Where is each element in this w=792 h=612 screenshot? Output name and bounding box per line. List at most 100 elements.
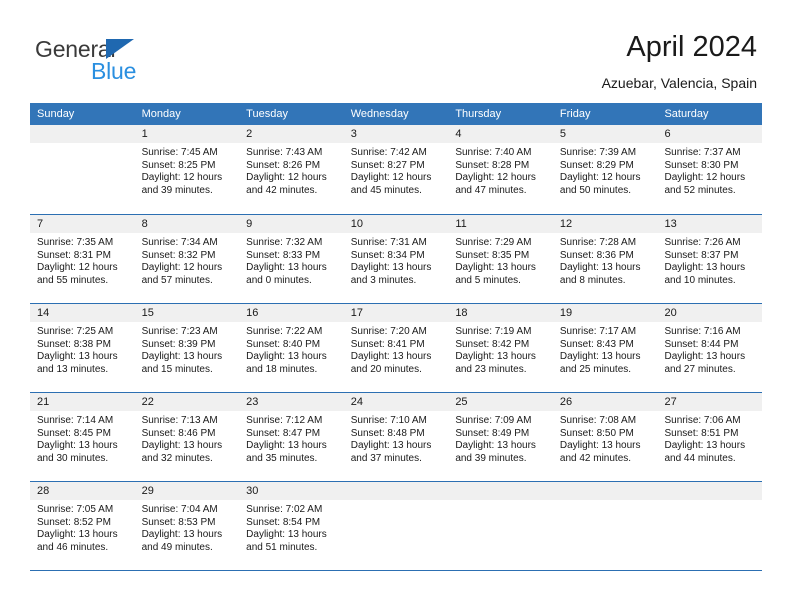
- sunrise-text: Sunrise: 7:32 AM: [246, 237, 323, 248]
- day-number: 24: [343, 393, 449, 411]
- calendar-week-row: 21 Sunrise: 7:14 AM Sunset: 8:45 PM Dayligh…: [30, 392, 763, 481]
- calendar-day-cell[interactable]: 29 Sunrise: 7:04 AM Sunset: 8:53 PM Dayligh…: [134, 482, 240, 570]
- daylight-text-line2: and 15 minutes.: [141, 363, 213, 375]
- calendar-day-cell[interactable]: 24 Sunrise: 7:10 AM Sunset: 8:48 PM Dayligh…: [343, 393, 449, 481]
- calendar-week-row: 28 Sunrise: 7:05 AM Sunset: 8:52 PM Dayligh…: [30, 481, 763, 570]
- day-number: 3: [343, 125, 449, 143]
- day-sun-info: Sunrise: 7:39 AM Sunset: 8:29 PM Daylight:…: [553, 143, 658, 197]
- day-number: [30, 125, 135, 143]
- daylight-text-line1: Daylight: 13 hours: [141, 351, 223, 363]
- calendar-day-cell[interactable]: 10 Sunrise: 7:31 AM Sunset: 8:34 PM Dayligh…: [343, 215, 449, 303]
- day-number: 10: [343, 215, 449, 233]
- calendar-day-cell[interactable]: 30 Sunrise: 7:02 AM Sunset: 8:54 PM Dayligh…: [239, 482, 344, 570]
- day-sun-info: Sunrise: 7:31 AM Sunset: 8:34 PM Daylight:…: [344, 233, 449, 287]
- sunrise-text: Sunrise: 7:31 AM: [350, 237, 427, 248]
- calendar-day-cell[interactable]: 4 Sunrise: 7:40 AM Sunset: 8:28 PM Daylight…: [448, 125, 553, 214]
- calendar-day-cell[interactable]: 14 Sunrise: 7:25 AM Sunset: 8:38 PM Dayligh…: [30, 304, 135, 392]
- daylight-text-line2: and 50 minutes.: [559, 184, 632, 196]
- day-number: 9: [239, 215, 344, 233]
- calendar-day-cell[interactable]: 27 Sunrise: 7:06 AM Sunset: 8:51 PM Dayligh…: [657, 393, 763, 481]
- day-number: 1: [134, 125, 240, 143]
- daylight-text-line1: Daylight: 12 hours: [37, 262, 118, 274]
- calendar-day-cell[interactable]: 1 Sunrise: 7:45 AM Sunset: 8:25 PM Daylight…: [134, 125, 240, 214]
- sunrise-text: Sunrise: 7:37 AM: [664, 147, 741, 158]
- calendar-day-cell[interactable]: 2 Sunrise: 7:43 AM Sunset: 8:26 PM Daylight…: [239, 125, 344, 214]
- calendar-day-cell[interactable]: 22 Sunrise: 7:13 AM Sunset: 8:46 PM Dayligh…: [134, 393, 240, 481]
- sunrise-text: Sunrise: 7:09 AM: [455, 415, 532, 426]
- daylight-text-line1: Daylight: 12 hours: [664, 172, 746, 184]
- calendar-day-cell[interactable]: 12 Sunrise: 7:28 AM Sunset: 8:36 PM Dayligh…: [552, 215, 658, 303]
- daylight-text-line2: and 37 minutes.: [350, 452, 422, 464]
- calendar-weeks: 1 Sunrise: 7:45 AM Sunset: 8:25 PM Daylight…: [30, 125, 763, 570]
- daylight-text-line1: Daylight: 13 hours: [664, 440, 746, 452]
- day-sun-info: Sunrise: 7:28 AM Sunset: 8:36 PM Daylight:…: [553, 233, 658, 287]
- calendar-day-cell[interactable]: 8 Sunrise: 7:34 AM Sunset: 8:32 PM Daylight…: [134, 215, 240, 303]
- daylight-text-line1: Daylight: 13 hours: [559, 440, 641, 452]
- calendar-day-cell[interactable]: 28 Sunrise: 7:05 AM Sunset: 8:52 PM Dayligh…: [30, 482, 135, 570]
- calendar-day-cell[interactable]: 16 Sunrise: 7:22 AM Sunset: 8:40 PM Dayligh…: [239, 304, 344, 392]
- day-number: 2: [239, 125, 344, 143]
- daylight-text-line1: Daylight: 13 hours: [455, 351, 536, 363]
- weekday-monday: Monday: [141, 108, 181, 120]
- daylight-text-line1: Daylight: 13 hours: [246, 440, 327, 452]
- day-number: 20: [657, 304, 763, 322]
- sunrise-text: Sunrise: 7:26 AM: [664, 237, 741, 248]
- daylight-text-line2: and 10 minutes.: [664, 274, 736, 286]
- calendar-day-cell[interactable]: 3 Sunrise: 7:42 AM Sunset: 8:27 PM Daylight…: [343, 125, 449, 214]
- day-sun-info: Sunrise: 7:34 AM Sunset: 8:32 PM Daylight:…: [135, 233, 240, 287]
- calendar-day-cell[interactable]: 20 Sunrise: 7:16 AM Sunset: 8:44 PM Dayligh…: [657, 304, 763, 392]
- sunrise-text: Sunrise: 7:29 AM: [455, 237, 532, 248]
- daylight-text-line1: Daylight: 13 hours: [37, 440, 118, 452]
- calendar-day-cell[interactable]: 7 Sunrise: 7:35 AM Sunset: 8:31 PM Daylight…: [30, 215, 135, 303]
- sunset-text: Sunset: 8:48 PM: [350, 427, 425, 439]
- sunset-text: Sunset: 8:29 PM: [559, 159, 634, 171]
- day-number: 15: [134, 304, 240, 322]
- sunset-text: Sunset: 8:33 PM: [246, 249, 321, 261]
- day-number: [448, 482, 553, 500]
- weekday-sunday: Sunday: [37, 108, 75, 120]
- sunrise-text: Sunrise: 7:43 AM: [246, 147, 323, 158]
- calendar-day-cell[interactable]: 21 Sunrise: 7:14 AM Sunset: 8:45 PM Dayligh…: [30, 393, 135, 481]
- sunset-text: Sunset: 8:53 PM: [141, 516, 216, 528]
- sunrise-text: Sunrise: 7:25 AM: [37, 326, 114, 337]
- calendar-day-cell[interactable]: 6 Sunrise: 7:37 AM Sunset: 8:30 PM Daylight…: [657, 125, 763, 214]
- daylight-text-line2: and 5 minutes.: [455, 274, 521, 286]
- calendar-day-cell[interactable]: 15 Sunrise: 7:23 AM Sunset: 8:39 PM Dayligh…: [134, 304, 240, 392]
- calendar-day-cell[interactable]: 13 Sunrise: 7:26 AM Sunset: 8:37 PM Dayligh…: [657, 215, 763, 303]
- sunrise-text: Sunrise: 7:35 AM: [37, 237, 114, 248]
- daylight-text-line2: and 0 minutes.: [246, 274, 312, 286]
- calendar-day-cell[interactable]: 11 Sunrise: 7:29 AM Sunset: 8:35 PM Dayligh…: [448, 215, 553, 303]
- calendar-day-cell[interactable]: 5 Sunrise: 7:39 AM Sunset: 8:29 PM Daylight…: [552, 125, 658, 214]
- sunset-text: Sunset: 8:26 PM: [246, 159, 321, 171]
- daylight-text-line1: Daylight: 12 hours: [246, 172, 327, 184]
- daylight-text-line1: Daylight: 13 hours: [559, 262, 641, 274]
- day-number: 5: [552, 125, 658, 143]
- calendar-week-row: 1 Sunrise: 7:45 AM Sunset: 8:25 PM Daylight…: [30, 125, 763, 214]
- calendar-day-cell[interactable]: 26 Sunrise: 7:08 AM Sunset: 8:50 PM Dayligh…: [552, 393, 658, 481]
- calendar-day-cell[interactable]: 18 Sunrise: 7:19 AM Sunset: 8:42 PM Dayligh…: [448, 304, 553, 392]
- sunrise-text: Sunrise: 7:45 AM: [141, 147, 218, 158]
- calendar-day-cell[interactable]: 19 Sunrise: 7:17 AM Sunset: 8:43 PM Dayligh…: [552, 304, 658, 392]
- daylight-text-line2: and 13 minutes.: [37, 363, 109, 375]
- calendar-day-cell[interactable]: 9 Sunrise: 7:32 AM Sunset: 8:33 PM Daylight…: [239, 215, 344, 303]
- day-sun-info: Sunrise: 7:26 AM Sunset: 8:37 PM Daylight:…: [657, 233, 762, 287]
- sunrise-text: Sunrise: 7:28 AM: [559, 237, 637, 248]
- calendar-day-cell[interactable]: 23 Sunrise: 7:12 AM Sunset: 8:47 PM Dayligh…: [239, 393, 344, 481]
- daylight-text-line2: and 51 minutes.: [246, 541, 318, 553]
- day-sun-info: Sunrise: 7:05 AM Sunset: 8:52 PM Daylight:…: [30, 500, 135, 554]
- day-sun-info: Sunrise: 7:45 AM Sunset: 8:25 PM Daylight:…: [135, 143, 240, 197]
- day-number: 12: [552, 215, 658, 233]
- daylight-text-line2: and 35 minutes.: [246, 452, 318, 464]
- sunrise-text: Sunrise: 7:14 AM: [37, 415, 114, 426]
- sunset-text: Sunset: 8:47 PM: [246, 427, 321, 439]
- weekday-tuesday: Tuesday: [246, 108, 288, 120]
- daylight-text-line2: and 8 minutes.: [559, 274, 626, 286]
- calendar-day-cell[interactable]: 25 Sunrise: 7:09 AM Sunset: 8:49 PM Dayligh…: [448, 393, 553, 481]
- daylight-text-line1: Daylight: 13 hours: [37, 529, 118, 541]
- title-block: April 2024 Azuebar, Valencia, Spain: [602, 30, 757, 93]
- logo-text-blue: Blue: [91, 58, 137, 84]
- sunset-text: Sunset: 8:44 PM: [664, 338, 739, 350]
- sunset-text: Sunset: 8:31 PM: [37, 249, 111, 261]
- calendar-day-cell[interactable]: 17 Sunrise: 7:20 AM Sunset: 8:41 PM Dayligh…: [343, 304, 449, 392]
- general-blue-logo[interactable]: General Blue: [35, 36, 235, 84]
